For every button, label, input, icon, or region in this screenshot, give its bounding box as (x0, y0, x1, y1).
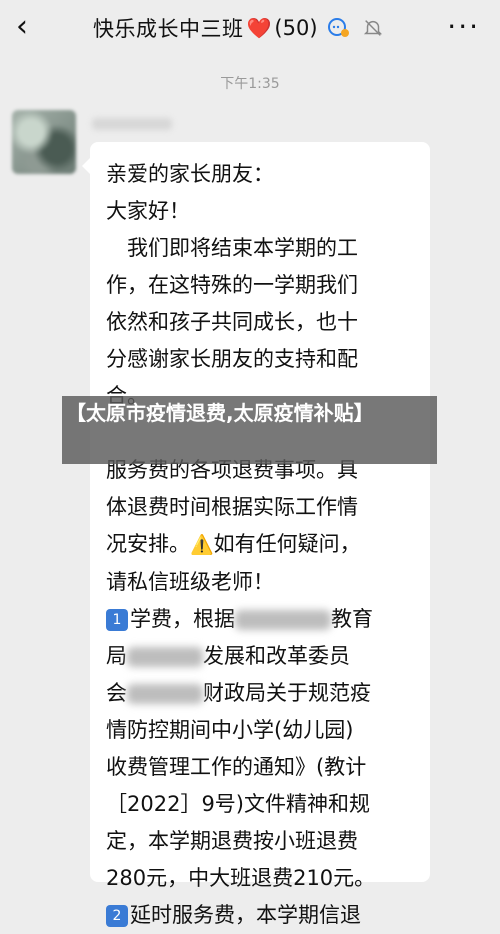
message-segment: 局 (106, 644, 127, 668)
chat-title: 快乐成长中三班 (93, 17, 244, 41)
member-count: (50) (274, 16, 318, 40)
redacted-text (235, 610, 331, 630)
message-line: 局 发展和改革委员 (106, 638, 402, 675)
message-line: 定，本学期退费按小班退费 (106, 829, 358, 853)
heart-icon: ❤️ (246, 16, 272, 40)
message-segment: 况安排。 (106, 532, 190, 556)
message-line: 大家好！ (106, 199, 190, 223)
message-line: 亲爱的家长朋友： (106, 162, 274, 186)
message-line: 依然和孩子共同成长，也十 (106, 310, 358, 334)
message-line: 体退费时间根据实际工作情 (106, 495, 358, 519)
message-text: 亲爱的家长朋友： 大家好！ 我们即将结束本学期的工 作，在这特殊的一学期我们 依… (106, 156, 402, 934)
message-line: 分感谢家长朋友的支持和配 (106, 347, 358, 371)
message-line: 1 学费，根据 教育 (106, 601, 402, 638)
message-line: 况安排。⚠️如有任何疑问， (106, 526, 402, 564)
warning-icon: ⚠️ (190, 534, 214, 556)
message-segment: 学费，根据 (130, 607, 235, 631)
back-icon[interactable]: ‹ (16, 12, 44, 42)
message-line: 作，在这特殊的一学期我们 (106, 273, 358, 297)
caption-overlay: 【太原市疫情退费,太原疫情补贴】 (62, 396, 437, 464)
redacted-text (127, 647, 203, 667)
message-line: ［2022］9号)文件精神和规 (106, 792, 370, 816)
message-segment: 如有任何疑问， (213, 532, 361, 556)
message-line: 会 财政局关于规范疫 (106, 675, 402, 712)
caption-text: 【太原市疫情退费,太原疫情补贴】 (66, 401, 374, 425)
message-line: 我们即将结束本学期的工 (106, 236, 358, 260)
number-two-icon: 2 (106, 905, 128, 927)
avatar[interactable] (12, 110, 76, 174)
message-line: 请私信班级老师！ (106, 570, 274, 594)
sender-name-blurred (92, 118, 172, 130)
message-line: 2 延时服务费，本学期信退 (106, 897, 402, 934)
more-options-button[interactable]: ··· (447, 10, 480, 43)
message-line: 280元，中大班退费210元。 (106, 866, 376, 890)
chat-title-group: 快乐成长中三班 ❤️ (50) (93, 13, 384, 43)
message-bubble[interactable]: 亲爱的家长朋友： 大家好！ 我们即将结束本学期的工 作，在这特殊的一学期我们 依… (82, 142, 430, 927)
wecom-chat-icon (327, 18, 349, 37)
number-one-icon: 1 (106, 609, 128, 631)
mute-bell-icon (363, 20, 382, 36)
message-segment: 财政局关于规范疫 (203, 681, 371, 705)
message-line: 情防控期间中小学(幼儿园) (106, 718, 354, 742)
message-timestamp: 下午1:35 (220, 76, 280, 92)
chat-header: ‹ 快乐成长中三班 ❤️ (50) ··· (0, 0, 500, 58)
redacted-text (127, 684, 203, 704)
message-segment: 发展和改革委员 (203, 644, 350, 668)
message-segment: 教育 (331, 607, 373, 631)
message-line: 收费管理工作的通知》(教计 (106, 755, 367, 779)
message-segment: 延时服务费，本学期信退 (130, 903, 361, 927)
message-segment: 会 (106, 681, 127, 705)
